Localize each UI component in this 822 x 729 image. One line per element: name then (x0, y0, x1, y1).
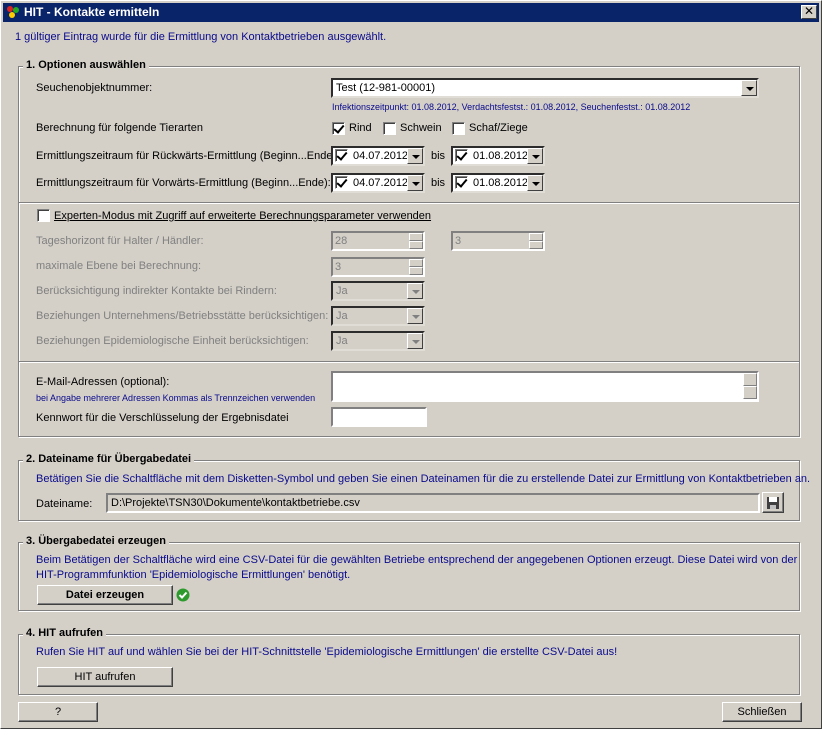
rueckwaerts-to-checkbox[interactable] (455, 149, 468, 162)
epi-label: Beziehungen Epidemiologische Einheit ber… (36, 335, 309, 347)
dateiname-group-title: 2. Dateiname für Übergabedatei (23, 453, 195, 465)
options-group-title: 1. Optionen auswählen (23, 59, 149, 71)
bis-label-1: bis (431, 150, 446, 162)
divider (19, 361, 799, 363)
save-file-button[interactable] (762, 492, 784, 513)
erzeugen-group-title: 3. Übergabedatei erzeugen (23, 535, 169, 547)
spinner-arrows-icon[interactable] (409, 259, 423, 275)
email-hint: bei Angabe mehrerer Adressen Kommas als … (36, 393, 316, 403)
checkbox-schaf-ziege[interactable] (452, 122, 465, 135)
floppy-disk-icon (767, 497, 779, 509)
kennwort-field[interactable] (331, 407, 427, 427)
unternehmen-label: Beziehungen Unternehmens/Betriebsstätte … (36, 310, 329, 322)
spinner-arrows-icon[interactable] (409, 233, 423, 249)
tageshorizont-halter-value: 28 (335, 235, 348, 247)
vorwaerts-from-checkbox[interactable] (335, 176, 348, 189)
selection-info-text: 1 gültiger Eintrag wurde für die Ermittl… (15, 31, 387, 43)
checkbox-rind[interactable] (332, 122, 345, 135)
tageshorizont-label: Tageshorizont für Halter / Händler: (36, 235, 204, 247)
close-button[interactable]: Schließen (722, 702, 802, 722)
hit-group-title: 4. HIT aufrufen (23, 627, 107, 639)
tierarten-label: Berechnung für folgende Tierarten (36, 122, 203, 134)
dateiname-field-value: D:\Projekte\TSN30\Dokumente\kontaktbetri… (111, 497, 360, 509)
indirekt-select[interactable]: Ja (331, 281, 425, 301)
close-window-button[interactable]: ✕ (801, 5, 817, 19)
seuchen-select-value: Test (12-981-00001) (336, 82, 436, 94)
spinner-arrows-icon[interactable] (529, 233, 543, 249)
rueckwaerts-to-value: 01.08.2012 (473, 150, 529, 162)
scrollbar-icon[interactable] (743, 373, 757, 399)
dateiname-label: Dateiname: (36, 498, 93, 510)
help-button[interactable]: ? (18, 702, 98, 722)
window-title: HIT - Kontakte ermitteln (24, 5, 160, 19)
title-bar[interactable]: HIT - Kontakte ermitteln ✕ (3, 3, 819, 22)
divider (19, 202, 799, 204)
vorwaerts-to-date[interactable]: 01.08.2012 (451, 173, 545, 193)
chevron-down-icon[interactable] (407, 333, 423, 349)
erzeugen-description-1: Beim Betätigen der Schaltfläche wird ein… (36, 554, 798, 566)
chevron-down-icon[interactable] (407, 308, 423, 324)
rueckwaerts-from-value: 04.07.2012 (353, 150, 409, 162)
vorwaerts-from-value: 04.07.2012 (353, 177, 409, 189)
indirekt-label: Berücksichtigung indirekter Kontakte bei… (36, 285, 277, 297)
vorwaerts-to-value: 01.08.2012 (473, 177, 529, 189)
seuchen-select[interactable]: Test (12-981-00001) (331, 78, 759, 98)
rueckwaerts-to-date[interactable]: 01.08.2012 (451, 146, 545, 166)
checkbox-schaf-ziege-label: Schaf/Ziege (469, 122, 528, 134)
success-check-icon (176, 588, 190, 602)
ebene-value: 3 (335, 261, 342, 273)
kennwort-label: Kennwort für die Verschlüsselung der Erg… (36, 412, 289, 424)
unternehmen-select[interactable]: Ja (331, 306, 425, 326)
chevron-down-icon[interactable] (741, 80, 757, 96)
ebene-spinner[interactable]: 3 (331, 257, 425, 277)
seuchen-label: Seuchenobjektnummer: (36, 82, 153, 94)
calendar-dropdown-icon[interactable] (407, 175, 423, 191)
dateiname-description: Betätigen Sie die Schaltfläche mit dem D… (36, 473, 811, 485)
checkbox-schwein[interactable] (383, 122, 396, 135)
email-field[interactable] (331, 371, 759, 402)
ebene-label: maximale Ebene bei Berechnung: (36, 260, 202, 272)
hit-aufrufen-button[interactable]: HIT aufrufen (37, 667, 173, 687)
rueckwaerts-label: Ermittlungszeitraum für Rückwärts-Ermitt… (36, 150, 340, 162)
experten-checkbox[interactable] (37, 209, 50, 222)
checkbox-schwein-label: Schwein (400, 122, 442, 134)
indirekt-value: Ja (336, 285, 348, 297)
unternehmen-value: Ja (336, 310, 348, 322)
calendar-dropdown-icon[interactable] (527, 148, 543, 164)
vorwaerts-to-checkbox[interactable] (455, 176, 468, 189)
experten-label: Experten-Modus mit Zugriff auf erweitert… (54, 210, 432, 222)
rueckwaerts-from-checkbox[interactable] (335, 149, 348, 162)
seuchen-info: Infektionszeitpunkt: 01.08.2012, Verdach… (332, 102, 691, 112)
email-label: E-Mail-Adressen (optional): (36, 376, 170, 388)
calendar-dropdown-icon[interactable] (407, 148, 423, 164)
vorwaerts-label: Ermittlungszeitraum für Vorwärts-Ermittl… (36, 177, 331, 189)
vorwaerts-from-date[interactable]: 04.07.2012 (331, 173, 425, 193)
tageshorizont-halter-spinner[interactable]: 28 (331, 231, 425, 251)
rueckwaerts-from-date[interactable]: 04.07.2012 (331, 146, 425, 166)
hit-description: Rufen Sie HIT auf und wählen Sie bei der… (36, 646, 618, 658)
tageshorizont-haendler-value: 3 (455, 235, 462, 247)
dialog-window: HIT - Kontakte ermitteln ✕ 1 gültiger Ei… (0, 0, 822, 729)
datei-erzeugen-button[interactable]: Datei erzeugen (37, 585, 173, 605)
checkbox-rind-label: Rind (349, 122, 372, 134)
dateiname-field[interactable]: D:\Projekte\TSN30\Dokumente\kontaktbetri… (106, 493, 760, 513)
epi-select[interactable]: Ja (331, 331, 425, 351)
app-icon (7, 6, 19, 18)
chevron-down-icon[interactable] (407, 283, 423, 299)
bis-label-2: bis (431, 177, 446, 189)
erzeugen-description-2: HIT-Programmfunktion 'Epidemiologische E… (36, 569, 351, 581)
tageshorizont-haendler-spinner[interactable]: 3 (451, 231, 545, 251)
calendar-dropdown-icon[interactable] (527, 175, 543, 191)
epi-value: Ja (336, 335, 348, 347)
